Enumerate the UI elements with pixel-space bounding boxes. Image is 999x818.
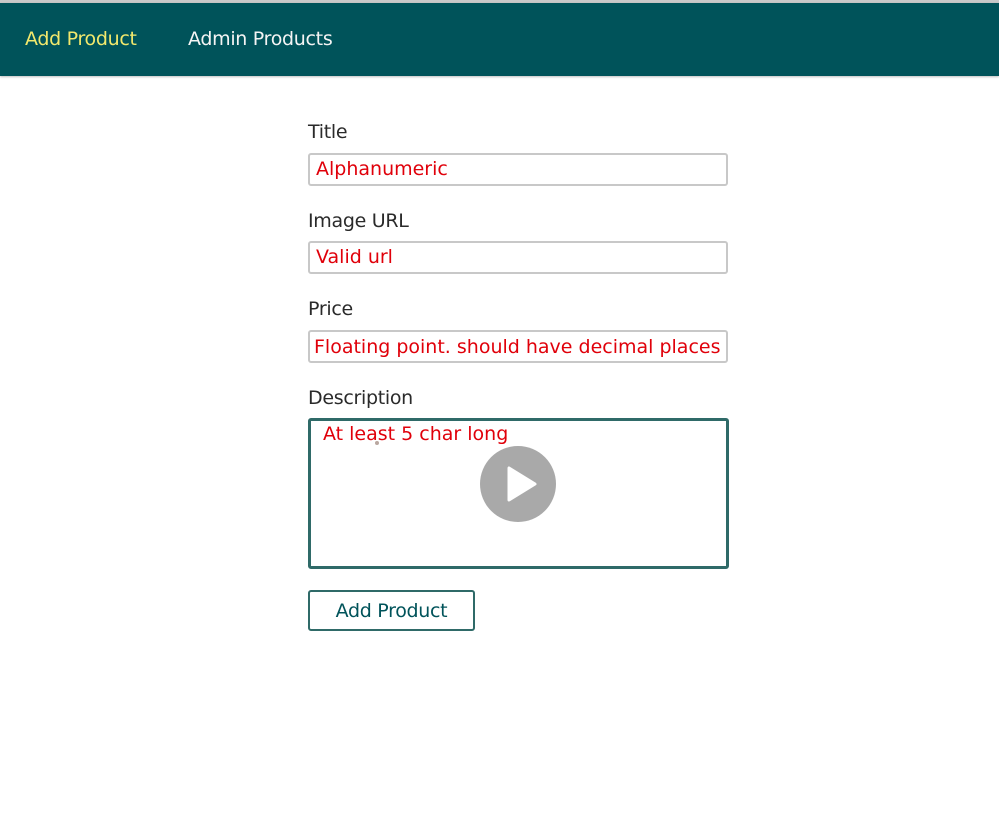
- description-label: Description: [308, 387, 413, 409]
- mouse-cursor: [375, 441, 379, 445]
- play-icon: [507, 466, 537, 502]
- image-url-hint: Valid url: [316, 246, 393, 268]
- video-play-button[interactable]: [480, 446, 556, 522]
- image-url-label: Image URL: [308, 210, 409, 232]
- add-product-button[interactable]: Add Product: [308, 590, 475, 631]
- title-label: Title: [308, 121, 348, 143]
- nav-add-product[interactable]: Add Product: [25, 28, 137, 50]
- nav-admin-products[interactable]: Admin Products: [188, 28, 333, 50]
- price-label: Price: [308, 298, 353, 320]
- price-hint: Floating point. should have decimal plac…: [314, 336, 721, 358]
- title-hint: Alphanumeric: [316, 158, 448, 180]
- main-nav: Add Product Admin Products: [0, 3, 999, 76]
- description-hint: At least 5 char long: [323, 423, 509, 445]
